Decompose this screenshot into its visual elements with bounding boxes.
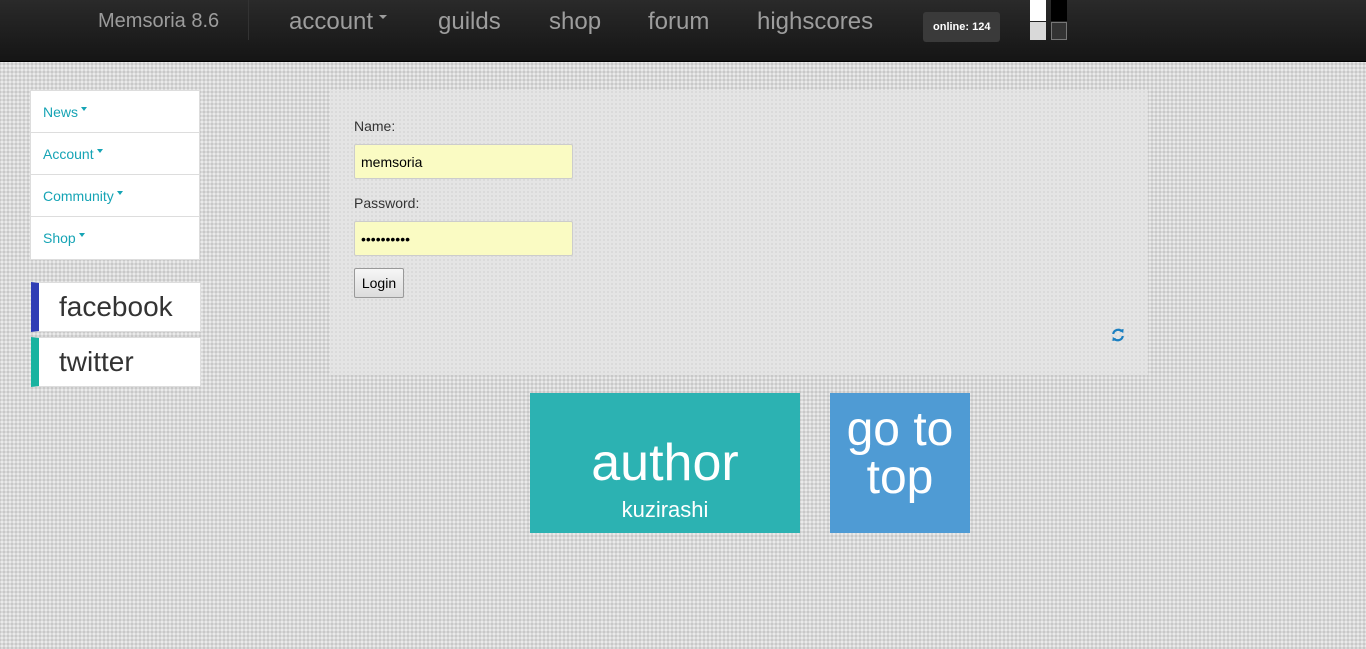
twitter-link[interactable]: twitter [31, 337, 201, 387]
author-tile-title: author [591, 434, 739, 492]
theme-swatch-grey[interactable] [1030, 22, 1046, 40]
chevron-down-icon [81, 106, 88, 111]
author-tile[interactable]: author kuzirashi [530, 393, 800, 533]
go-to-top-tile[interactable]: go to top [830, 393, 970, 533]
chevron-down-icon [116, 190, 123, 195]
theme-swatch-black[interactable] [1051, 0, 1067, 21]
facebook-link[interactable]: facebook [31, 282, 201, 332]
login-panel: Name: Password: Login [330, 90, 1148, 375]
sidebar-menu: News Account Community Shop [30, 90, 200, 260]
go-to-top-line1: go to [846, 403, 954, 456]
top-navbar: Memsoria 8.6 account guilds shop forum h… [0, 0, 1366, 62]
sidebar-item-community[interactable]: Community [31, 175, 199, 217]
sidebar-item-label: Community [43, 187, 114, 204]
online-count-badge: online: 124 [923, 12, 1001, 42]
nav-shop[interactable]: shop [549, 8, 601, 36]
author-tile-name: kuzirashi [621, 497, 709, 522]
sidebar-item-label: News [43, 103, 79, 120]
theme-swatch-dark[interactable] [1051, 22, 1067, 40]
login-button[interactable]: Login [354, 268, 404, 298]
brand-divider [248, 0, 249, 40]
chevron-down-icon [96, 148, 103, 153]
sidebar-item-label: Shop [43, 230, 76, 246]
nav-highscores[interactable]: highscores [757, 8, 873, 36]
chevron-down-icon [78, 233, 85, 237]
refresh-icon[interactable] [1111, 328, 1125, 342]
theme-swatch-white[interactable] [1030, 0, 1046, 21]
nav-forum[interactable]: forum [648, 8, 709, 36]
password-input[interactable] [354, 221, 573, 256]
sidebar-item-news[interactable]: News [31, 91, 199, 133]
nav-guilds[interactable]: guilds [438, 8, 501, 36]
password-label: Password: [354, 195, 420, 211]
name-label: Name: [354, 118, 396, 134]
name-input[interactable] [354, 144, 573, 179]
sidebar-item-label: Account [43, 145, 94, 162]
sidebar-item-account[interactable]: Account [31, 133, 199, 175]
brand-title[interactable]: Memsoria 8.6 [98, 10, 219, 33]
nav-account[interactable]: account [289, 8, 388, 36]
go-to-top-line2: top [866, 451, 934, 504]
chevron-down-icon [379, 14, 388, 19]
nav-account-label: account [289, 8, 374, 35]
sidebar-item-shop[interactable]: Shop [31, 217, 199, 259]
